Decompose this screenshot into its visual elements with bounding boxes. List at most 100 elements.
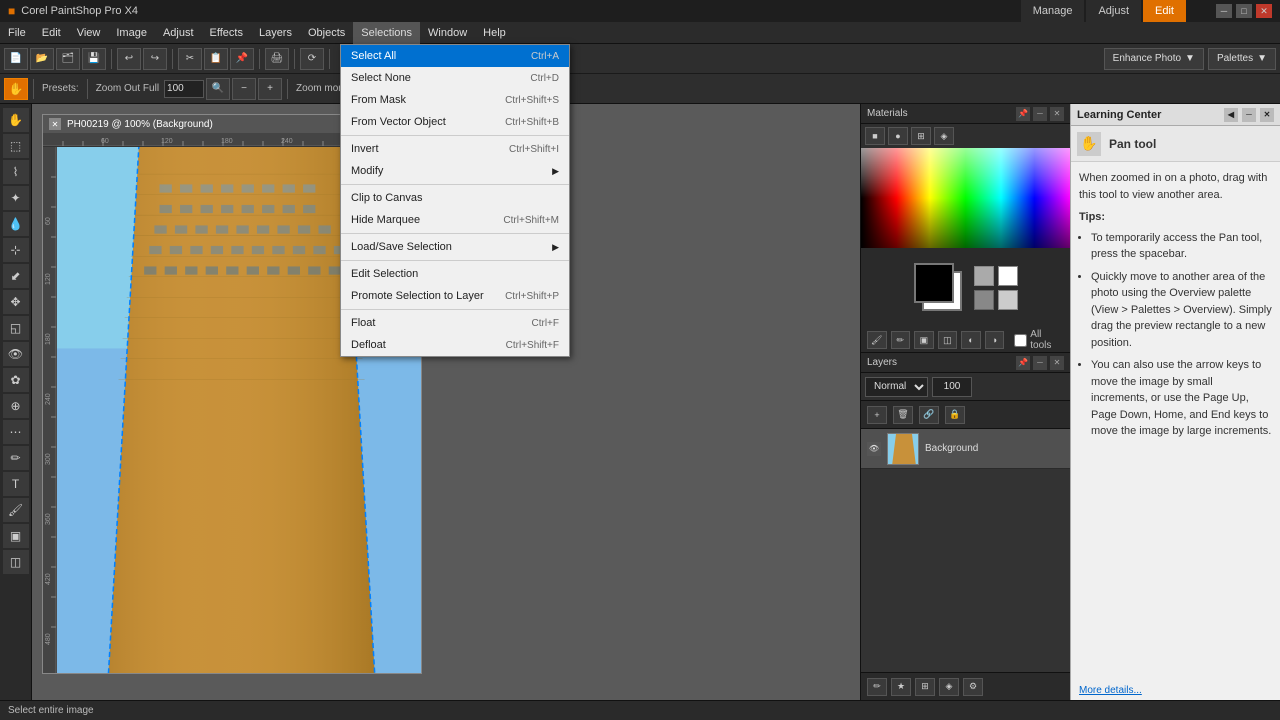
materials-panel-minimize[interactable]: ─: [1033, 107, 1047, 121]
tool-eraser[interactable]: ◫: [3, 550, 29, 574]
menu-image[interactable]: Image: [108, 22, 155, 44]
layer-visibility-toggle[interactable]: 👁: [867, 442, 881, 456]
restore-button[interactable]: □: [1236, 4, 1252, 18]
materials-panel-pin[interactable]: 📌: [1016, 107, 1030, 121]
mat-eraser[interactable]: ◫: [938, 331, 958, 349]
mat-tab-circle[interactable]: ●: [888, 127, 908, 145]
white-swatch[interactable]: [998, 266, 1018, 286]
tool-freehand[interactable]: ⌇: [3, 160, 29, 184]
layer-settings-button[interactable]: ⚙: [963, 678, 983, 696]
zoom-minus-button[interactable]: −: [232, 78, 256, 100]
mat-pencil[interactable]: ✏: [891, 331, 911, 349]
layers-panel-minimize[interactable]: ─: [1033, 356, 1047, 370]
layers-panel-close[interactable]: ✕: [1050, 356, 1064, 370]
layers-panel-pin[interactable]: 📌: [1016, 356, 1030, 370]
tool-pan[interactable]: ✋: [3, 108, 29, 132]
zoom-100-button[interactable]: 1:1: [355, 78, 379, 100]
tool-clone[interactable]: ⊕: [3, 394, 29, 418]
tool-makeover[interactable]: ✿: [3, 368, 29, 392]
browse-button[interactable]: 🗂: [56, 48, 80, 70]
gray-swatch[interactable]: [974, 290, 994, 310]
tool-selection[interactable]: ⬚: [3, 134, 29, 158]
tool-scratch[interactable]: ⋯: [3, 420, 29, 444]
layer-edit-button[interactable]: ✏: [867, 678, 887, 696]
tool-straighten[interactable]: ⬋: [3, 264, 29, 288]
tab-manage[interactable]: Manage: [1021, 0, 1085, 22]
menu-effects[interactable]: Effects: [202, 22, 251, 44]
layer-lock-button[interactable]: 🔒: [945, 406, 965, 424]
tool-dropper[interactable]: 💧: [3, 212, 29, 236]
tab-edit[interactable]: Edit: [1143, 0, 1186, 22]
pan-tool-button[interactable]: ✋: [4, 78, 28, 100]
paste-button[interactable]: 📌: [230, 48, 254, 70]
lc-back-button[interactable]: ◀: [1224, 108, 1238, 122]
layer-new-button[interactable]: +: [867, 406, 887, 424]
new-button[interactable]: 📄: [4, 48, 28, 70]
layer-merge-button[interactable]: ⊞: [915, 678, 935, 696]
mat-tab-grid[interactable]: ⊞: [911, 127, 931, 145]
blend-mode-select[interactable]: Normal: [865, 377, 928, 397]
tab-adjust[interactable]: Adjust: [1086, 0, 1141, 22]
redo-button[interactable]: ↪: [143, 48, 167, 70]
tool-fill[interactable]: ▣: [3, 524, 29, 548]
color-swatch[interactable]: [861, 148, 1070, 248]
print-button[interactable]: 🖨: [265, 48, 289, 70]
menu-adjust[interactable]: Adjust: [155, 22, 202, 44]
menu-layers[interactable]: Layers: [251, 22, 300, 44]
zoom-fit2-button[interactable]: ⊡: [407, 78, 431, 100]
tool-pen[interactable]: ✏: [3, 446, 29, 470]
enhance-photo-button[interactable]: Enhance Photo ▼: [1104, 48, 1204, 70]
open-button[interactable]: 📂: [30, 48, 54, 70]
mat-paint-brush[interactable]: 🖌: [867, 331, 887, 349]
copy-button[interactable]: 📋: [204, 48, 228, 70]
lc-close-button[interactable]: ✕: [1260, 108, 1274, 122]
mat-fill[interactable]: ▣: [914, 331, 934, 349]
mat-tab-square[interactable]: ■: [865, 127, 885, 145]
opacity-input[interactable]: [932, 377, 972, 397]
layer-style-button[interactable]: ★: [891, 678, 911, 696]
tool-deform[interactable]: ◱: [3, 316, 29, 340]
rotate-button[interactable]: ⟳: [300, 48, 324, 70]
layer-link-button[interactable]: 🔗: [919, 406, 939, 424]
menu-edit[interactable]: Edit: [34, 22, 69, 44]
menu-selections[interactable]: Selections: [353, 22, 420, 44]
svg-text:240: 240: [45, 393, 52, 405]
canvas-area[interactable]: ✕ PH00219 @ 100% (Background) 60: [32, 104, 860, 700]
tool-red-eye[interactable]: 👁: [3, 342, 29, 366]
tool-paint[interactable]: 🖌: [3, 498, 29, 522]
all-tools-checkbox[interactable]: [1014, 334, 1027, 347]
lc-minimize-button[interactable]: ─: [1242, 108, 1256, 122]
menu-window[interactable]: Window: [420, 22, 475, 44]
close-button[interactable]: ✕: [1256, 4, 1272, 18]
tool-move[interactable]: ✥: [3, 290, 29, 314]
menu-view[interactable]: View: [69, 22, 109, 44]
zoom-plus-button[interactable]: +: [258, 78, 282, 100]
menu-objects[interactable]: Objects: [300, 22, 353, 44]
save-button[interactable]: 💾: [82, 48, 106, 70]
mat-tab-gradient[interactable]: ◈: [934, 127, 954, 145]
palettes-button[interactable]: Palettes ▼: [1208, 48, 1276, 70]
tool-text[interactable]: T: [3, 472, 29, 496]
menu-file[interactable]: File: [0, 22, 34, 44]
menu-help[interactable]: Help: [475, 22, 514, 44]
layer-delete-button[interactable]: 🗑: [893, 406, 913, 424]
light-swatch[interactable]: [998, 290, 1018, 310]
layer-blend-button[interactable]: ◈: [939, 678, 959, 696]
mat-dodge[interactable]: ◑: [985, 331, 1005, 349]
undo-button[interactable]: ↩: [117, 48, 141, 70]
canvas-close-button[interactable]: ✕: [49, 118, 61, 130]
zoom-fit-button[interactable]: ⊞: [381, 78, 405, 100]
tool-magic-wand[interactable]: ✦: [3, 186, 29, 210]
swap-colors-button[interactable]: [974, 266, 994, 286]
mat-burn[interactable]: ◐: [961, 331, 981, 349]
more-details-link[interactable]: More details...: [1071, 681, 1280, 700]
zoom-out-button[interactable]: 🔍: [206, 78, 230, 100]
layer-row[interactable]: 👁 Background: [861, 429, 1070, 469]
cut-button[interactable]: ✂: [178, 48, 202, 70]
materials-panel-close[interactable]: ✕: [1050, 107, 1064, 121]
foreground-color-box[interactable]: [914, 263, 954, 303]
toolbox: ✋ ⬚ ⌇ ✦ 💧 ⊹ ⬋ ✥ ◱ 👁 ✿ ⊕ ⋯ ✏ T 🖌 ▣ ◫: [0, 104, 32, 700]
minimize-button[interactable]: ─: [1216, 4, 1232, 18]
tool-crop[interactable]: ⊹: [3, 238, 29, 262]
zoom-value-input[interactable]: 100: [164, 80, 204, 98]
